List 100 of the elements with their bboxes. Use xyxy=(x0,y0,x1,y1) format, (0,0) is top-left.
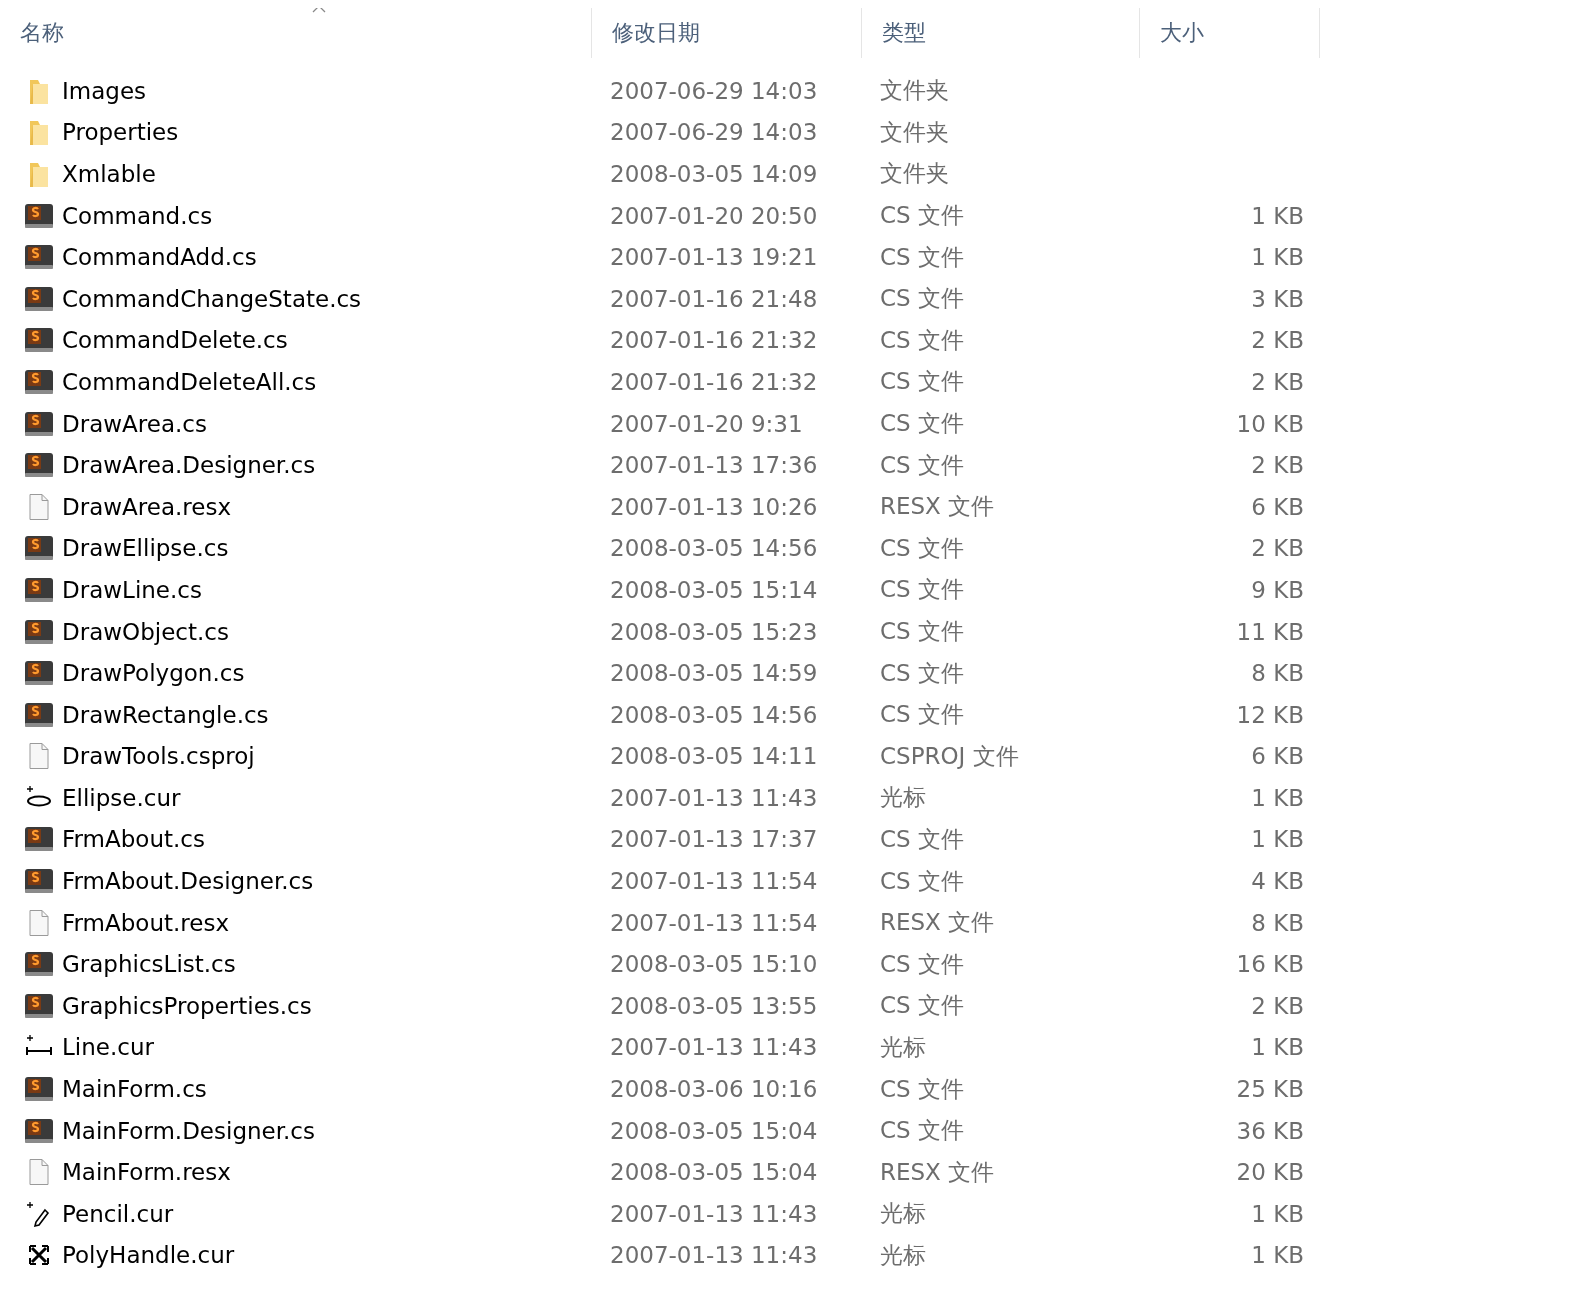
code-file-icon xyxy=(24,700,54,729)
file-name[interactable]: Images xyxy=(62,77,146,104)
modified-date: 2008-03-05 14:56 xyxy=(610,701,818,728)
code-file-icon xyxy=(24,284,54,313)
code-file-icon xyxy=(24,575,54,604)
file-type: CS 文件 xyxy=(880,826,964,852)
modified-date: 2007-01-16 21:32 xyxy=(610,327,818,354)
file-size: 20 KB xyxy=(1236,1159,1304,1186)
code-file-icon xyxy=(24,991,54,1020)
file-size: 8 KB xyxy=(1251,660,1304,687)
file-name[interactable]: PolyHandle.cur xyxy=(62,1242,235,1269)
file-name[interactable]: Properties xyxy=(62,119,179,146)
code-file-icon xyxy=(24,1075,54,1104)
file-size: 9 KB xyxy=(1251,576,1304,603)
modified-date: 2007-01-20 20:50 xyxy=(610,202,818,229)
code-file-icon xyxy=(24,867,54,896)
file-size: 3 KB xyxy=(1251,285,1304,312)
file-size: 10 KB xyxy=(1236,410,1304,437)
file-type: CS 文件 xyxy=(880,534,964,561)
file-type: CS 文件 xyxy=(880,410,964,437)
file-name[interactable]: DrawLine.cs xyxy=(62,576,202,603)
column-header[interactable]: 大小 xyxy=(1140,18,1204,48)
column-header[interactable]: 修改日期 xyxy=(592,18,700,48)
file-type: CS 文件 xyxy=(880,701,964,728)
modified-date: 2008-03-05 14:59 xyxy=(610,660,818,687)
code-file-icon xyxy=(24,367,54,396)
file-name[interactable]: DrawArea.Designer.cs xyxy=(62,452,316,479)
file-size: 6 KB xyxy=(1251,743,1304,770)
column-header[interactable]: 名称 xyxy=(0,18,64,48)
modified-date: 2008-03-05 14:11 xyxy=(610,743,818,770)
file-type: CS 文件 xyxy=(880,867,964,894)
file-name[interactable]: CommandDeleteAll.cs xyxy=(62,368,317,395)
file-type: CS 文件 xyxy=(880,285,964,312)
file-name[interactable]: Ellipse.cur xyxy=(62,784,181,811)
file-size: 2 KB xyxy=(1251,452,1304,479)
modified-date: 2007-01-13 11:54 xyxy=(610,868,818,895)
file-type: 光标 xyxy=(880,1241,926,1268)
file-name[interactable]: DrawRectangle.cs xyxy=(62,701,269,728)
file-name[interactable]: CommandChangeState.cs xyxy=(62,285,362,312)
file-type: RESX 文件 xyxy=(880,1158,995,1185)
file-size: 1 KB xyxy=(1251,1242,1304,1269)
file-size: 1 KB xyxy=(1251,1200,1304,1227)
document-icon xyxy=(28,908,50,937)
code-file-icon xyxy=(24,409,54,438)
file-name[interactable]: Xmlable xyxy=(62,161,156,187)
document-icon xyxy=(28,742,50,771)
file-size: 4 KB xyxy=(1251,868,1304,895)
file-name[interactable]: DrawTools.csproj xyxy=(62,743,255,770)
modified-date: 2008-03-05 15:04 xyxy=(610,1159,818,1186)
file-name[interactable]: GraphicsList.cs xyxy=(62,951,236,978)
file-name[interactable]: FrmAbout.resx xyxy=(62,909,230,936)
file-name[interactable]: Command.cs xyxy=(62,202,213,229)
modified-date: 2007-01-13 11:54 xyxy=(610,909,818,936)
file-name[interactable]: MainForm.cs xyxy=(62,1076,207,1103)
modified-date: 2008-03-05 15:10 xyxy=(610,951,818,978)
modified-date: 2007-01-13 11:43 xyxy=(610,1200,818,1227)
file-size: 12 KB xyxy=(1236,701,1304,728)
file-size: 2 KB xyxy=(1251,327,1304,354)
file-type: CS 文件 xyxy=(880,1075,964,1102)
file-name[interactable]: DrawArea.resx xyxy=(62,493,231,520)
file-type: CS 文件 xyxy=(880,950,964,977)
file-name[interactable]: FrmAbout.Designer.cs xyxy=(62,868,314,895)
file-name[interactable]: DrawObject.cs xyxy=(62,618,229,645)
modified-date: 2007-01-13 17:36 xyxy=(610,452,818,479)
file-name[interactable]: Line.cur xyxy=(62,1034,154,1061)
file-type: CS 文件 xyxy=(880,992,964,1019)
code-file-icon xyxy=(24,659,54,688)
modified-date: 2008-03-05 15:14 xyxy=(610,576,818,603)
file-name[interactable]: MainForm.resx xyxy=(62,1159,231,1186)
column-header[interactable]: 类型 xyxy=(862,18,926,48)
code-file-icon xyxy=(24,534,54,563)
modified-date: 2007-06-29 14:03 xyxy=(610,77,818,104)
modified-date: 2007-01-13 11:43 xyxy=(610,784,818,811)
file-type: CS 文件 xyxy=(880,451,964,478)
file-name[interactable]: FrmAbout.cs xyxy=(62,826,205,853)
modified-date: 2007-01-13 11:43 xyxy=(610,1034,818,1061)
file-name[interactable]: MainForm.Designer.cs xyxy=(62,1117,315,1144)
document-icon xyxy=(28,492,50,521)
file-name[interactable]: DrawEllipse.cs xyxy=(62,535,229,562)
file-name[interactable]: GraphicsProperties.cs xyxy=(62,992,312,1019)
code-file-icon xyxy=(24,451,54,480)
file-type: CS 文件 xyxy=(880,243,964,270)
file-size: 16 KB xyxy=(1236,951,1304,978)
modified-date: 2007-01-20 9:31 xyxy=(610,410,803,437)
code-file-icon xyxy=(24,201,54,230)
file-name[interactable]: DrawPolygon.cs xyxy=(62,660,245,687)
file-type: 文件夹 xyxy=(880,77,949,104)
code-file-icon xyxy=(24,617,54,646)
file-type: CS 文件 xyxy=(880,659,964,686)
file-type: CS 文件 xyxy=(880,1117,964,1144)
file-name[interactable]: DrawArea.cs xyxy=(62,410,207,437)
file-type: 光标 xyxy=(880,1033,926,1060)
file-size: 2 KB xyxy=(1251,535,1304,562)
modified-date: 2007-01-13 10:26 xyxy=(610,493,818,520)
file-size: 25 KB xyxy=(1236,1076,1304,1103)
modified-date: 2008-03-05 13:55 xyxy=(610,992,818,1019)
file-name[interactable]: CommandAdd.cs xyxy=(62,244,257,271)
file-size: 11 KB xyxy=(1236,618,1304,645)
file-name[interactable]: CommandDelete.cs xyxy=(62,327,288,354)
file-name[interactable]: Pencil.cur xyxy=(62,1200,174,1227)
